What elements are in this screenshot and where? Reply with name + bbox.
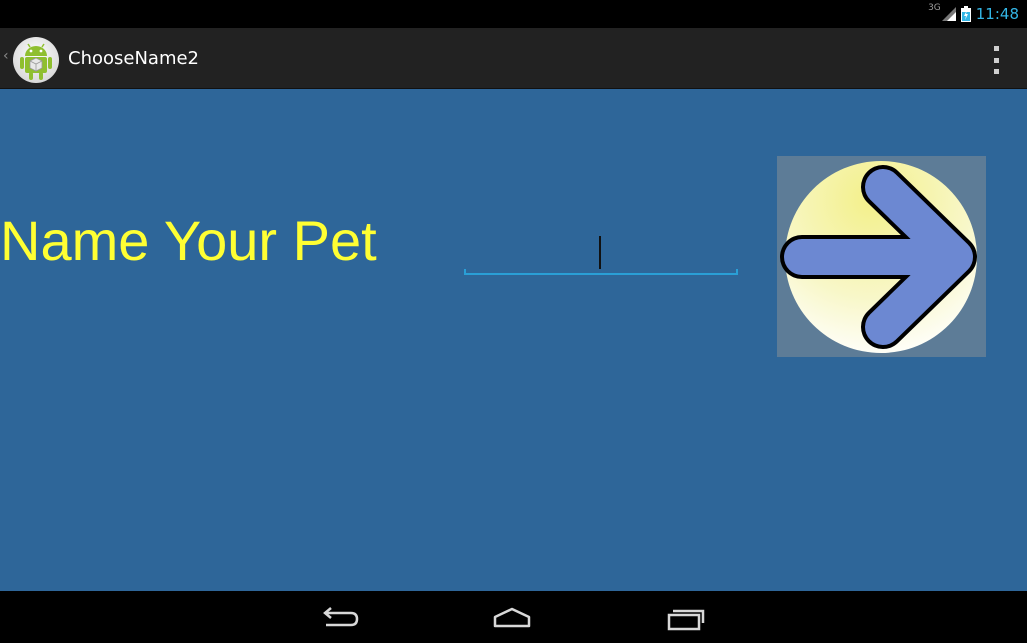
back-icon[interactable] [309, 601, 369, 635]
main-content: Name Your Pet [0, 89, 1027, 591]
text-cursor [599, 236, 601, 269]
signal-icon [941, 7, 956, 21]
clock: 11:48 [975, 5, 1019, 23]
recent-apps-icon[interactable] [656, 601, 716, 635]
overflow-dot [993, 69, 999, 74]
page-heading: Name Your Pet [0, 209, 377, 272]
up-caret-icon[interactable]: ‹ [3, 48, 9, 64]
system-nav-bar [0, 591, 1027, 643]
input-underline [464, 273, 738, 275]
action-bar: ‹ ChooseName2 [0, 28, 1027, 89]
overflow-dot [993, 57, 999, 63]
app-title: ChooseName2 [68, 48, 200, 69]
android-app-icon[interactable] [12, 36, 60, 84]
next-button[interactable] [777, 156, 986, 357]
status-icons: 3G 11:48 [928, 0, 1019, 28]
pet-name-input[interactable] [464, 227, 738, 273]
status-bar: 3G 11:48 [0, 0, 1027, 28]
input-underline-tick [736, 269, 738, 275]
right-arrow-icon [780, 161, 977, 353]
input-underline-tick [464, 269, 466, 275]
overflow-menu-icon[interactable] [989, 44, 1003, 76]
overflow-dot [993, 46, 999, 51]
battery-icon [960, 6, 971, 22]
network-type-label: 3G [928, 3, 941, 13]
home-icon[interactable] [482, 601, 542, 635]
pet-name-field[interactable] [464, 227, 738, 277]
